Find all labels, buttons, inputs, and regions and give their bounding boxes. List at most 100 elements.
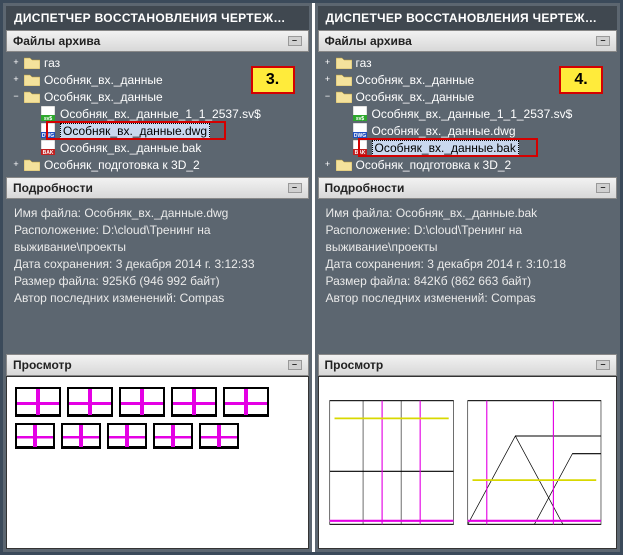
sv-file-icon: sv$ <box>40 107 56 121</box>
tree-twisty-icon[interactable]: + <box>322 159 334 171</box>
svg-text:sv$: sv$ <box>355 116 364 121</box>
detail-label: Размер файла: <box>326 274 411 288</box>
details-section-header[interactable]: Подробности – <box>6 177 309 199</box>
tree-item-label: Особняк_вх._данные <box>44 90 163 104</box>
tree-twisty-icon[interactable]: + <box>10 159 22 171</box>
tree-file[interactable]: DWG Особняк_вх._данные.dwg <box>318 122 618 139</box>
tree-twisty-icon[interactable]: − <box>322 91 334 103</box>
detail-label: Имя файла: <box>14 206 81 220</box>
tree-item-label: Особняк_вх._данные <box>44 73 163 87</box>
detail-label: Дата сохранения: <box>14 257 112 271</box>
bak-file-icon: BAK <box>352 141 368 155</box>
detail-value: Особняк_вх._данные.bak <box>396 206 537 220</box>
tree-item-label: Особняк_вх._данные.bak <box>372 140 519 156</box>
details-section-header[interactable]: Подробности – <box>318 177 618 199</box>
folder-icon <box>24 158 40 172</box>
collapse-icon[interactable]: – <box>288 36 302 46</box>
detail-label: Дата сохранения: <box>326 257 424 271</box>
folder-icon <box>24 56 40 70</box>
archive-section-header[interactable]: Файлы архива – <box>318 30 618 52</box>
tree-item-label: Особняк_вх._данные <box>356 90 475 104</box>
annotation-badge: 4. <box>559 66 603 94</box>
collapse-icon[interactable]: – <box>288 360 302 370</box>
panel-title: ДИСПЕТЧЕР ВОССТАНОВЛЕНИЯ ЧЕРТЕЖ… <box>318 6 618 30</box>
detail-value: Особняк_вх._данные.dwg <box>84 206 228 220</box>
dwg-file-icon: DWG <box>40 124 56 138</box>
svg-text:DWG: DWG <box>353 133 365 138</box>
details-pane: Имя файла: Особняк_вх._данные.bak Распол… <box>318 199 618 354</box>
drawing-thumbnail <box>171 387 217 417</box>
collapse-icon[interactable]: – <box>596 183 610 193</box>
sv-file-icon: sv$ <box>352 107 368 121</box>
tree-item-label: Особняк_подготовка к 3D_2 <box>356 158 512 172</box>
tree-folder[interactable]: + Особняк_подготовка к 3D_2 <box>318 156 618 173</box>
detail-value: 3 декабря 2014 г. 3:10:18 <box>427 257 566 271</box>
preview-thumbnails <box>7 377 308 459</box>
archive-section-header[interactable]: Файлы архива – <box>6 30 309 52</box>
collapse-icon[interactable]: – <box>596 36 610 46</box>
tree-folder[interactable]: +Особняк_подготовка к 3D_2 <box>6 156 309 173</box>
tree-item-label: газ <box>44 56 60 70</box>
tree-twisty-icon[interactable]: + <box>322 57 334 69</box>
file-tree: 4. + газ + Особняк_вх._данные − Особняк_вх._д… <box>318 52 618 177</box>
detail-label: Автор последних изменений: <box>326 291 488 305</box>
folder-icon <box>336 158 352 172</box>
bak-file-icon: BAK <box>40 141 56 155</box>
file-tree: 3. +газ+Особняк_вх._данные−Особняк_вх._д… <box>6 52 309 177</box>
tree-twisty-icon[interactable]: − <box>10 91 22 103</box>
details-section-label: Подробности <box>13 181 93 195</box>
archive-section-label: Файлы архива <box>13 34 100 48</box>
comparison-container: ДИСПЕТЧЕР ВОССТАНОВЛЕНИЯ ЧЕРТЕЖ… Файлы а… <box>0 0 623 555</box>
folder-icon <box>336 90 352 104</box>
tree-file[interactable]: DWG Особняк_вх._данные.dwg <box>6 122 309 139</box>
svg-text:DWG: DWG <box>42 133 54 138</box>
drawing-thumbnail <box>67 387 113 417</box>
folder-icon <box>336 73 352 87</box>
tree-twisty-icon[interactable]: + <box>322 74 334 86</box>
drawing-thumbnail <box>119 387 165 417</box>
preview-pane <box>6 376 309 549</box>
drawing-thumbnail <box>153 423 193 449</box>
detail-value: 842Кб (862 663 байт) <box>414 274 531 288</box>
details-section-label: Подробности <box>325 181 405 195</box>
preview-section-header[interactable]: Просмотр – <box>318 354 618 376</box>
drawing-thumbnail <box>223 387 269 417</box>
detail-label: Автор последних изменений: <box>14 291 176 305</box>
drawing-thumbnail <box>15 387 61 417</box>
recovery-panel-right: ДИСПЕТЧЕР ВОССТАНОВЛЕНИЯ ЧЕРТЕЖ… Файлы а… <box>312 3 621 552</box>
tree-file[interactable]: sv$ Особняк_вх._данные_1_1_2537.sv$ <box>6 105 309 122</box>
archive-section-label: Файлы архива <box>325 34 412 48</box>
svg-text:BAK: BAK <box>354 150 365 155</box>
tree-item-label: Особняк_вх._данные.dwg <box>372 124 516 138</box>
svg-text:BAK: BAK <box>43 150 54 155</box>
preview-pane <box>318 376 618 549</box>
details-pane: Имя файла: Особняк_вх._данные.dwg Распол… <box>6 199 309 354</box>
folder-icon <box>24 90 40 104</box>
collapse-icon[interactable]: – <box>596 360 610 370</box>
detail-label: Расположение: <box>326 223 411 237</box>
tree-twisty-icon[interactable]: + <box>10 74 22 86</box>
tree-twisty-icon[interactable]: + <box>10 57 22 69</box>
tree-item-label: Особняк_вх._данные.dwg <box>60 123 210 139</box>
folder-icon <box>24 73 40 87</box>
collapse-icon[interactable]: – <box>288 183 302 193</box>
drawing-thumbnail <box>199 423 239 449</box>
drawing-thumbnail <box>61 423 101 449</box>
panel-title: ДИСПЕТЧЕР ВОССТАНОВЛЕНИЯ ЧЕРТЕЖ… <box>6 6 309 30</box>
detail-value: Compas <box>491 291 536 305</box>
preview-section-label: Просмотр <box>325 358 384 372</box>
drawing-thumbnail <box>107 423 147 449</box>
detail-value: 3 декабря 2014 г. 3:12:33 <box>116 257 255 271</box>
recovery-panel-left: ДИСПЕТЧЕР ВОССТАНОВЛЕНИЯ ЧЕРТЕЖ… Файлы а… <box>3 3 312 552</box>
tree-item-label: газ <box>356 56 372 70</box>
svg-text:sv$: sv$ <box>44 116 53 121</box>
tree-file[interactable]: BAK Особняк_вх._данные.bak <box>318 139 618 156</box>
preview-section-header[interactable]: Просмотр – <box>6 354 309 376</box>
detail-value: Compas <box>180 291 225 305</box>
tree-file[interactable]: sv$Особняк_вх._данные_1_1_2537.sv$ <box>318 105 618 122</box>
detail-label: Имя файла: <box>326 206 393 220</box>
tree-item-label: Особняк_вх._данные_1_1_2537.sv$ <box>60 107 261 121</box>
detail-value: 925Кб (946 992 байт) <box>102 274 219 288</box>
detail-label: Расположение: <box>14 223 99 237</box>
tree-file[interactable]: BAKОсобняк_вх._данные.bak <box>6 139 309 156</box>
